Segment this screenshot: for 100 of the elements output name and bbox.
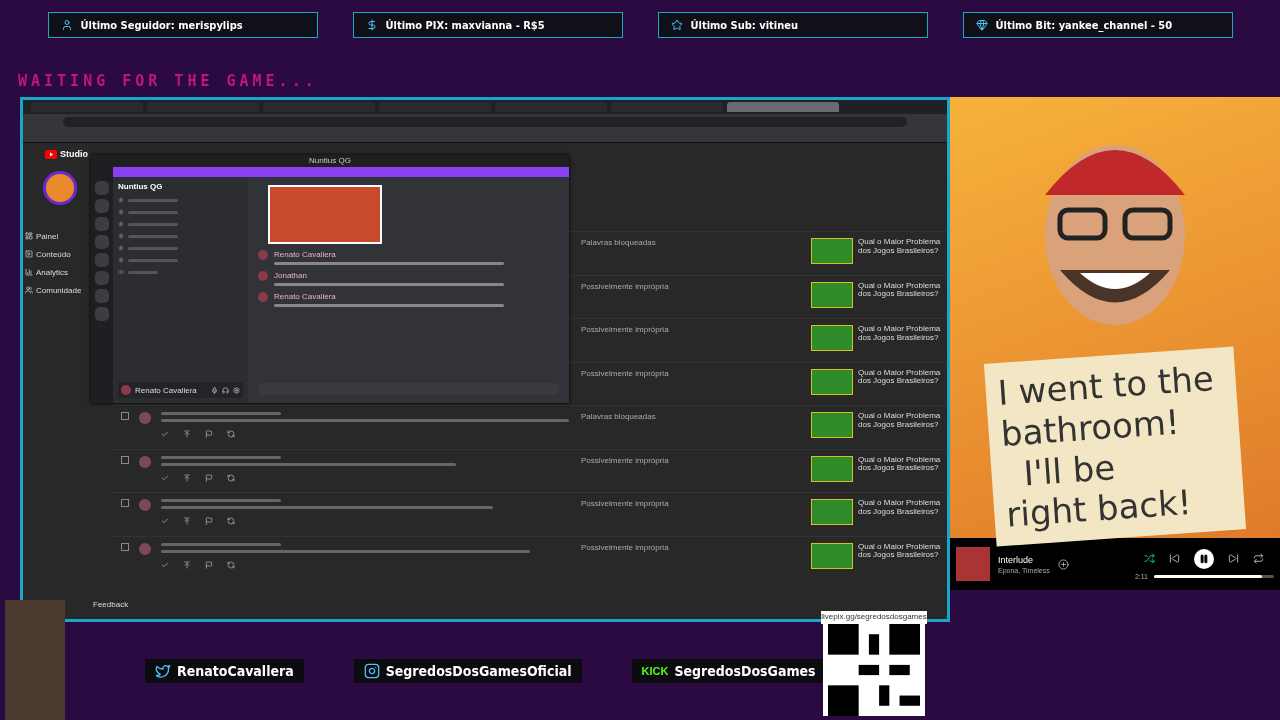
comment-status: Possivelmente imprópria xyxy=(581,542,670,554)
kick-label: KICK xyxy=(641,665,669,677)
blurred-text xyxy=(128,270,158,274)
stat-label: Último PIX: maxvianna - R$5 xyxy=(385,18,545,32)
stat-label: Último Seguidor: merispylips xyxy=(80,18,243,32)
refresh-icon[interactable] xyxy=(227,560,235,569)
headphones-icon[interactable] xyxy=(222,386,229,394)
nav-icon xyxy=(25,250,33,258)
social-handle: RenatoCavallera xyxy=(177,663,294,679)
studio-label: Studio xyxy=(60,149,88,159)
stat-label: Último Bit: yankee_channel - 50 xyxy=(995,18,1173,32)
nav-icon xyxy=(25,232,33,240)
check-icon[interactable] xyxy=(161,473,169,482)
blurred-text xyxy=(128,234,178,238)
next-icon[interactable] xyxy=(1228,553,1240,565)
video-title: Qual o Maior Problema dos Jogos Brasileiros? xyxy=(858,325,942,344)
status-text: WAITING FOR THE GAME... xyxy=(17,71,319,90)
camera-icon xyxy=(363,663,380,679)
row-checkbox[interactable] xyxy=(121,542,129,551)
video-title: Qual o Maior Problema dos Jogos Brasileiros? xyxy=(858,455,942,475)
comment-status: Palavras bloqueadas xyxy=(581,238,657,249)
flag-icon[interactable] xyxy=(205,430,213,438)
video-thumbnail xyxy=(811,499,853,525)
nav-icon xyxy=(25,268,33,276)
refresh-icon[interactable] xyxy=(227,430,235,438)
refresh-icon[interactable] xyxy=(227,473,235,482)
comment-status: Possivelmente imprópria xyxy=(581,281,670,293)
user-avatar xyxy=(139,542,151,555)
message-author: Renato Cavallera xyxy=(274,292,337,301)
flag-icon[interactable] xyxy=(205,473,213,482)
row-checkbox[interactable] xyxy=(121,412,129,420)
blurred-text xyxy=(128,258,178,262)
sign-text: I'll be xyxy=(1021,446,1117,493)
pin-icon[interactable] xyxy=(183,560,191,569)
pin-icon[interactable] xyxy=(183,517,191,525)
check-icon[interactable] xyxy=(161,560,169,569)
add-icon[interactable] xyxy=(1057,558,1069,570)
window-title: Nuntius QG xyxy=(308,155,352,167)
check-icon[interactable] xyxy=(161,517,169,525)
previous-icon[interactable] xyxy=(1169,553,1181,565)
nav-item[interactable]: Conteúdo xyxy=(25,247,71,261)
user-avatar xyxy=(139,499,151,511)
stat-icon xyxy=(670,19,683,31)
nav-item[interactable]: Painel xyxy=(25,229,59,243)
video-title: Qual o Maior Problema dos Jogos Brasileiros? xyxy=(858,499,942,518)
pin-icon[interactable] xyxy=(183,430,191,438)
social-handle: SegredosDosGames xyxy=(674,663,816,679)
shuffle-icon[interactable] xyxy=(1144,553,1156,565)
user-name: Renato Cavallera xyxy=(135,385,197,395)
user-avatar xyxy=(121,385,131,395)
user-avatar xyxy=(139,412,151,424)
video-title: Qual o Maior Problema dos Jogos Brasileiros? xyxy=(858,238,942,257)
video-thumbnail xyxy=(811,325,853,351)
message-author: Renato Cavallera xyxy=(274,250,337,259)
blurred-text xyxy=(128,210,178,214)
blurred-text xyxy=(128,198,178,202)
play-logo-icon xyxy=(45,149,57,159)
user-avatar xyxy=(258,250,268,260)
comment-status: Palavras bloqueadas xyxy=(581,412,657,423)
bird-icon xyxy=(155,663,171,679)
comment-status: Possivelmente imprópria xyxy=(581,499,670,510)
channel-avatar xyxy=(43,171,77,205)
nav-icon xyxy=(25,286,33,294)
check-icon[interactable] xyxy=(161,430,169,438)
user-avatar xyxy=(258,292,268,302)
flag-icon[interactable] xyxy=(205,560,213,569)
comment-status: Possivelmente imprópria xyxy=(581,368,670,380)
row-checkbox[interactable] xyxy=(121,455,129,464)
user-avatar xyxy=(258,271,268,281)
album-cover xyxy=(956,547,990,582)
nav-item[interactable]: Comunidade xyxy=(25,283,82,297)
feedback-link[interactable]: Feedback xyxy=(93,600,129,609)
nav-item[interactable]: Analytics xyxy=(25,265,68,279)
flag-icon[interactable] xyxy=(205,517,213,525)
video-thumbnail xyxy=(811,455,853,482)
video-thumbnail xyxy=(811,412,853,438)
pin-icon[interactable] xyxy=(183,473,191,482)
stat-label: Último Sub: vitineu xyxy=(690,18,799,32)
video-title: Qual o Maior Problema dos Jogos Brasileiros? xyxy=(858,412,942,431)
play-pause-button[interactable] xyxy=(1194,548,1215,569)
blurred-text xyxy=(128,246,178,250)
video-thumbnail xyxy=(811,368,853,395)
message-author: Jonathan xyxy=(274,271,308,280)
track-title: Interlude xyxy=(998,554,1035,565)
mic-icon[interactable] xyxy=(211,386,218,394)
video-title: Qual o Maior Problema dos Jogos Brasileiros? xyxy=(858,542,942,562)
repeat-icon[interactable] xyxy=(1253,553,1265,565)
comment-status: Possivelmente imprópria xyxy=(581,325,670,336)
video-thumbnail xyxy=(811,281,853,308)
comment-status: Possivelmente imprópria xyxy=(581,455,670,467)
stat-icon xyxy=(60,19,73,31)
server-name: Nuntius QG xyxy=(118,182,164,191)
row-checkbox[interactable] xyxy=(121,499,129,507)
user-avatar xyxy=(139,455,151,468)
settings-icon[interactable] xyxy=(233,386,240,394)
video-title: Qual o Maior Problema dos Jogos Brasileiros? xyxy=(858,281,942,301)
social-handle: SegredosDosGamesOficial xyxy=(385,663,572,679)
video-thumbnail xyxy=(811,238,853,264)
refresh-icon[interactable] xyxy=(227,517,235,525)
blurred-text xyxy=(128,222,178,226)
